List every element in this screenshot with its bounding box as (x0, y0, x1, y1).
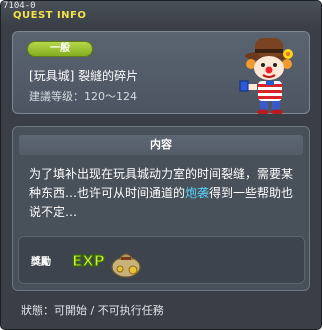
reward-label: 獎勵 (31, 257, 51, 268)
money-bag-icon[interactable] (109, 243, 143, 279)
clown-npc-icon (239, 38, 293, 114)
reward-box: 獎勵 EXP (18, 236, 305, 284)
window-title: QUEST INFO (13, 10, 87, 21)
quest-description: 为了填补出现在玩具城动力室的时间裂缝，需要某种东西…也许可从时间通道的炮袭得到一… (29, 165, 301, 222)
quest-summary-card: 一般 [玩具城] 裂縫的碎片 建議等级：120～124 (12, 31, 310, 114)
quest-level-requirement: 建議等级：120～124 (29, 90, 137, 103)
quest-status: 狀態：可開始 / 不可执行任務 (21, 304, 164, 317)
description-highlight[interactable]: 炮袭 (185, 186, 209, 200)
category-badge: 一般 (27, 41, 93, 57)
content-header: 内容 (19, 135, 303, 155)
content-panel: 内容 为了填补出现在玩具城动力室的时间裂缝，需要某种东西…也许可从时间通道的炮袭… (12, 126, 310, 291)
svg-text:EXP: EXP (72, 252, 105, 270)
exp-icon[interactable]: EXP (71, 249, 105, 271)
title-bar[interactable]: 7104-0 QUEST INFO (1, 1, 321, 27)
quest-info-window: 7104-0 QUEST INFO 一般 [玩具城] 裂縫的碎片 建議等级：12… (0, 0, 322, 330)
quest-name: [玩具城] 裂縫的碎片 (29, 69, 139, 83)
